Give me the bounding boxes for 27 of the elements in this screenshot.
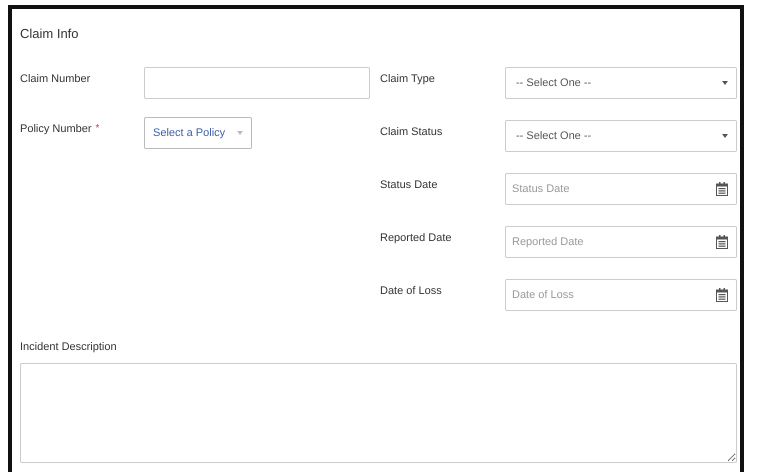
field-label: Date of Loss <box>380 285 442 297</box>
policy-dropdown[interactable]: Select a Policy <box>144 117 252 149</box>
date-field[interactable]: Reported Date <box>505 226 737 258</box>
calendar-icon[interactable] <box>716 182 728 196</box>
field-label: Status Date <box>380 179 438 191</box>
field-label: Claim Type <box>380 73 435 85</box>
field-label: Claim Status <box>380 126 442 138</box>
input-field[interactable] <box>144 67 370 99</box>
field-label: Reported Date <box>380 232 452 244</box>
required-mark: * <box>96 123 100 135</box>
field-label: Policy Number <box>20 123 92 135</box>
date-field[interactable]: Status Date <box>505 173 737 205</box>
date-input[interactable]: Date of Loss <box>506 281 698 309</box>
date-field[interactable]: Date of Loss <box>505 279 737 311</box>
calendar-icon[interactable] <box>716 235 728 249</box>
select-dropdown[interactable]: -- Select One -- <box>505 67 737 99</box>
description-field[interactable] <box>20 363 737 463</box>
calendar-icon[interactable] <box>716 288 728 302</box>
caret-icon <box>722 134 728 138</box>
field-label: Incident Description <box>20 341 118 353</box>
date-input[interactable]: Status Date <box>506 175 698 203</box>
date-input[interactable]: Reported Date <box>506 228 698 256</box>
caret-icon <box>722 81 728 85</box>
caret-icon <box>237 131 243 135</box>
panel-title: Claim Info <box>20 25 80 43</box>
select-dropdown[interactable]: -- Select One -- <box>505 120 737 152</box>
field-label: Claim Number <box>20 73 90 85</box>
